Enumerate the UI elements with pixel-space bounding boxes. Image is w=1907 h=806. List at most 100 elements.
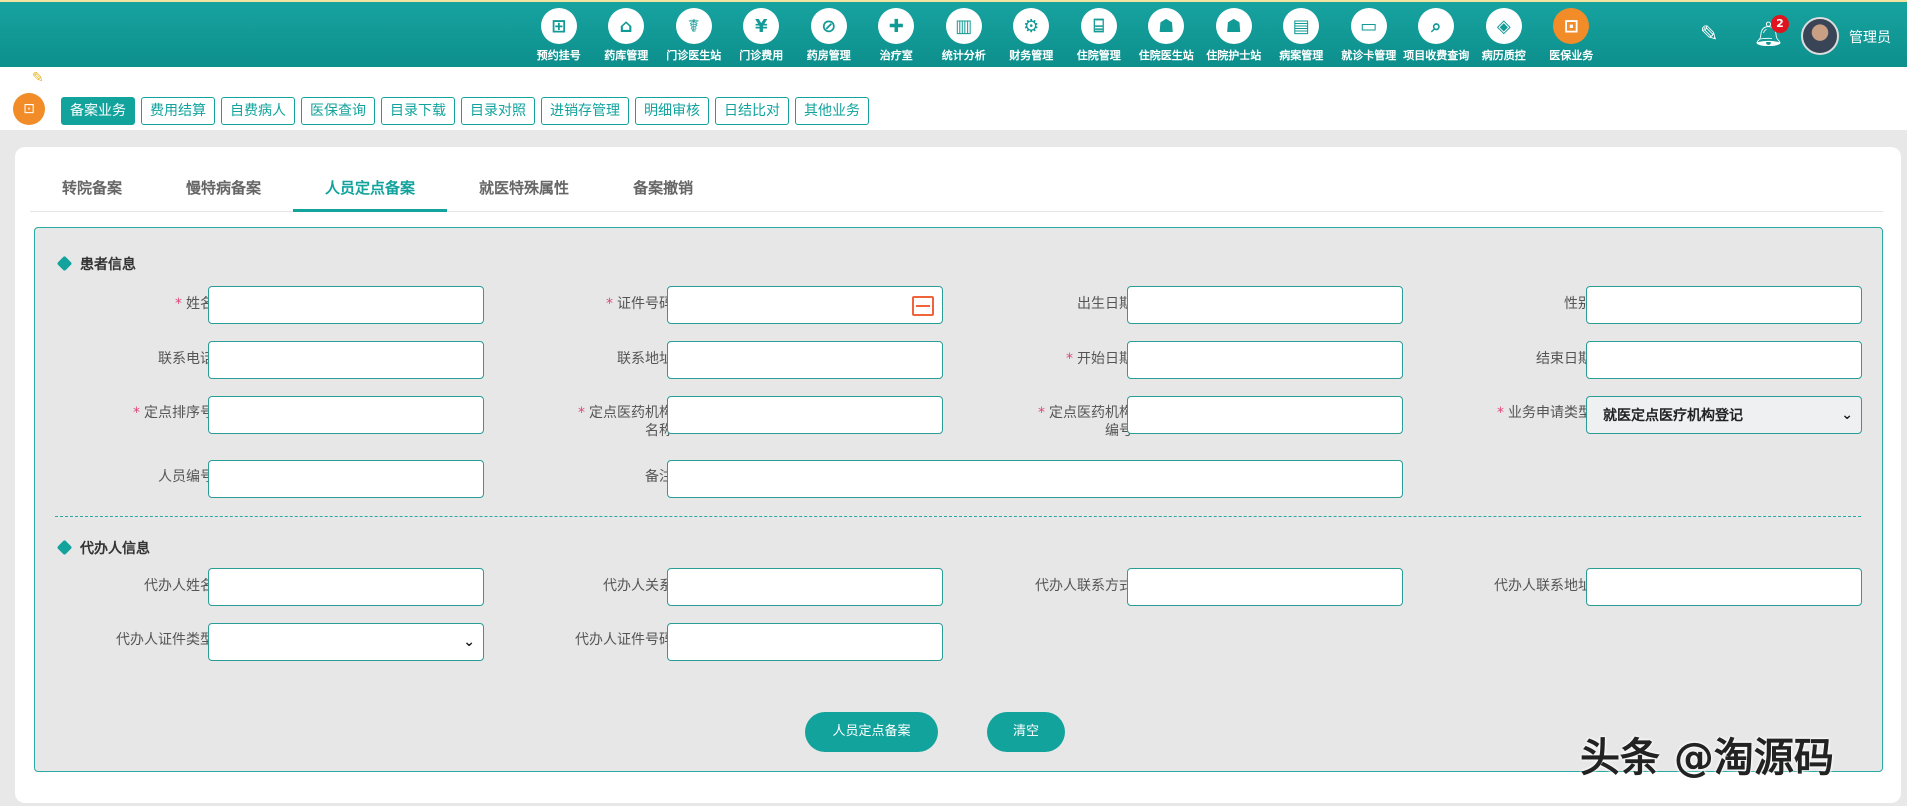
nav-label: 项目收费查询 <box>1403 49 1470 62</box>
subnav-item[interactable]: 明细审核 <box>635 97 709 125</box>
pencil-icon[interactable]: ✎ <box>1700 22 1718 47</box>
nav-item-insurance[interactable]: ⊡ 医保业务 <box>1538 8 1606 63</box>
chevron-down-icon: ⌄ <box>463 634 475 650</box>
label-phone: 联系电话 <box>158 351 214 367</box>
agent-relation-input[interactable] <box>667 568 943 606</box>
label-remark: 备注 <box>645 469 673 485</box>
notification-badge: 2 <box>1771 15 1789 33</box>
nav-label: 病案管理 <box>1279 49 1324 62</box>
gender-input[interactable] <box>1586 286 1862 324</box>
label-person-no: 人员编号 <box>158 469 214 485</box>
nav-label: 门诊医生站 <box>666 49 722 62</box>
nav-item-outpatient-fee[interactable]: ¥ 门诊费用 <box>728 8 796 63</box>
nav-item-medical-records[interactable]: ▤ 病案管理 <box>1268 8 1336 63</box>
label-biz-type: * 业务申请类型 <box>1497 405 1592 421</box>
nav-item-outpatient-doctor[interactable]: ☤ 门诊医生站 <box>660 8 728 63</box>
nav-label: 病历质控 <box>1481 49 1526 62</box>
subnav-item[interactable]: 自费病人 <box>221 97 295 125</box>
finance-icon: ⚙ <box>1013 8 1050 44</box>
biz-type-select[interactable]: 就医定点医疗机构登记 ⌄ <box>1586 396 1862 434</box>
pharmacy-store-icon: ⌂ <box>608 8 645 44</box>
nav-label: 治疗室 <box>879 49 913 62</box>
nav-item-visit-card[interactable]: ▭ 就诊卡管理 <box>1335 8 1403 63</box>
agent-address-input[interactable] <box>1586 568 1862 606</box>
username[interactable]: 管理员 <box>1849 27 1891 47</box>
nav-item-record-qc[interactable]: ◈ 病历质控 <box>1470 8 1538 63</box>
agent-cert-no-input[interactable] <box>667 623 943 661</box>
nav-label: 统计分析 <box>941 49 986 62</box>
seq-input[interactable] <box>208 396 484 434</box>
subnav-item[interactable]: 备案业务 <box>61 97 135 125</box>
subnav-item[interactable]: 目录对照 <box>461 97 535 125</box>
watermark: 头条 @淘源码 <box>1580 735 1834 781</box>
nav-label: 就诊卡管理 <box>1341 49 1397 62</box>
id-no-input[interactable] <box>667 286 943 324</box>
subnav-item[interactable]: 医保查询 <box>301 97 375 125</box>
section-divider <box>55 516 1861 517</box>
nav-item-fee-query[interactable]: ⌕ 项目收费查询 <box>1403 8 1471 63</box>
scan-icon[interactable] <box>912 296 934 316</box>
agent-name-input[interactable] <box>208 568 484 606</box>
nav-label: 门诊费用 <box>739 49 784 62</box>
outpatient-doctor-icon: ☤ <box>675 8 712 44</box>
birth-date-input[interactable] <box>1127 286 1403 324</box>
label-gender: 性别 <box>1564 296 1592 312</box>
nav-item-appointment[interactable]: ⊞ 预约挂号 <box>525 8 593 63</box>
subnav-item[interactable]: 日结比对 <box>715 97 789 125</box>
start-date-input[interactable] <box>1127 341 1403 379</box>
pharmacy-icon: ⊘ <box>810 8 847 44</box>
subnav-item[interactable]: 费用结算 <box>141 97 215 125</box>
agent-contact-input[interactable] <box>1127 568 1403 606</box>
nav-label: 预约挂号 <box>536 49 581 62</box>
main-nav: ⊞ 预约挂号 ⌂ 药库管理 ☤ 门诊医生站 ¥ 门诊费用 ⊘ 药房管理 ✚ 治疗室 ▥ 统计分析 ⚙ 财务管理… <box>525 8 1605 63</box>
nav-label: 住院医生站 <box>1138 49 1194 62</box>
nav-item-treatment-room[interactable]: ✚ 治疗室 <box>863 8 931 63</box>
label-address: 联系地址 <box>617 351 673 367</box>
nav-item-inpatient-nurse[interactable]: ☗ 住院护士站 <box>1200 8 1268 63</box>
nav-label: 财务管理 <box>1009 49 1054 62</box>
tab[interactable]: 就医特殊属性 <box>447 172 601 212</box>
address-input[interactable] <box>667 341 943 379</box>
subnav-item[interactable]: 目录下载 <box>381 97 455 125</box>
person-no-input[interactable] <box>208 460 484 498</box>
nav-item-inpatient[interactable]: ⌸ 住院管理 <box>1065 8 1133 63</box>
nav-label: 药房管理 <box>806 49 851 62</box>
tab-bar: 转院备案 慢特病备案 人员定点备案 就医特殊属性 备案撤销 <box>30 172 1883 212</box>
visit-card-icon: ▭ <box>1350 8 1387 44</box>
phone-input[interactable] <box>208 341 484 379</box>
inpatient-nurse-icon: ☗ <box>1215 8 1252 44</box>
org-code-input[interactable] <box>1127 396 1403 434</box>
name-input[interactable] <box>208 286 484 324</box>
remark-input[interactable] <box>667 460 1403 498</box>
nav-item-pharmacy-store[interactable]: ⌂ 药库管理 <box>593 8 661 63</box>
nav-item-finance[interactable]: ⚙ 财务管理 <box>998 8 1066 63</box>
nav-label: 医保业务 <box>1549 49 1594 62</box>
clear-button[interactable]: 清空 <box>987 712 1065 752</box>
org-name-input[interactable] <box>667 396 943 434</box>
outpatient-fee-icon: ¥ <box>743 8 780 44</box>
label-agent-addr: 代办人联系地址 <box>1494 578 1592 594</box>
label-org-name: * 定点医药机构名称 <box>578 405 673 439</box>
label-id-no: * 证件号码 <box>606 296 673 312</box>
nav-item-statistics[interactable]: ▥ 统计分析 <box>930 8 998 63</box>
avatar[interactable] <box>1801 17 1839 55</box>
nav-item-inpatient-doctor[interactable]: ☗ 住院医生站 <box>1133 8 1201 63</box>
tab[interactable]: 人员定点备案 <box>293 172 448 212</box>
nav-item-pharmacy[interactable]: ⊘ 药房管理 <box>795 8 863 63</box>
label-org-code: * 定点医药机构编号 <box>1038 405 1133 439</box>
record-qc-icon: ◈ <box>1485 8 1522 44</box>
section-agent-info: 代办人信息 <box>56 538 150 558</box>
label-agent-cert-no: 代办人证件号码 <box>575 632 673 648</box>
section-patient-info: 患者信息 <box>56 254 136 274</box>
end-date-input[interactable] <box>1586 341 1862 379</box>
insurance-logo-icon: ⊡ <box>13 93 45 125</box>
submit-button[interactable]: 人员定点备案 <box>805 712 938 752</box>
tab[interactable]: 备案撤销 <box>601 172 725 212</box>
fee-query-icon: ⌕ <box>1418 8 1455 44</box>
tab[interactable]: 慢特病备案 <box>154 172 293 212</box>
tab[interactable]: 转院备案 <box>30 172 154 212</box>
agent-cert-type-select[interactable]: ⌄ <box>208 623 484 661</box>
subnav-item[interactable]: 其他业务 <box>795 97 869 125</box>
label-seq: * 定点排序号 <box>133 405 214 421</box>
subnav-item[interactable]: 进销存管理 <box>541 97 629 125</box>
